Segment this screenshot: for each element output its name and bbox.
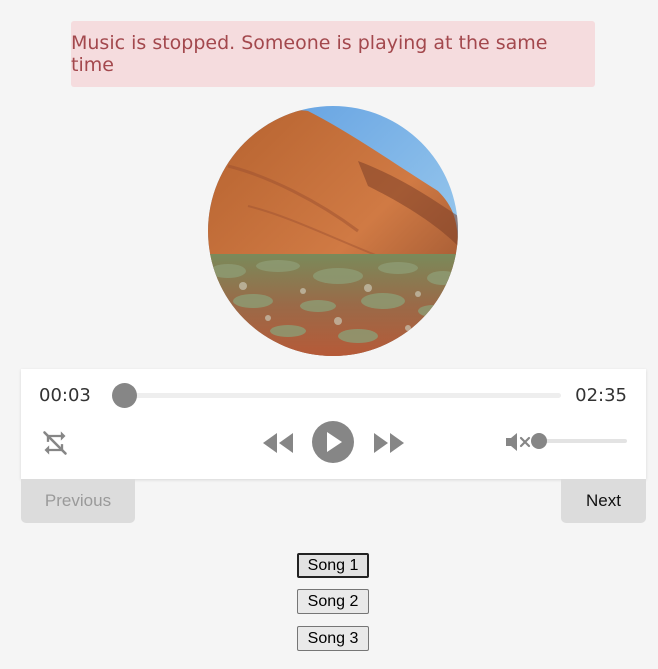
alert-message: Music is stopped. Someone is playing at … [71, 32, 548, 76]
play-icon [327, 432, 342, 452]
fast-forward-button[interactable] [372, 428, 406, 458]
play-button[interactable] [312, 421, 354, 463]
volume-handle[interactable] [531, 433, 547, 449]
duration-time: 02:35 [575, 385, 627, 406]
volume-muted-icon [506, 433, 531, 451]
volume-slider[interactable] [531, 433, 627, 449]
fast-forward-icon [374, 433, 404, 453]
music-player-page: Music is stopped. Someone is playing at … [0, 0, 658, 669]
rewind-button[interactable] [261, 428, 295, 458]
audio-player: 00:03 02:35 [21, 369, 646, 479]
album-cover-image [208, 106, 458, 356]
song-1-button[interactable]: Song 1 [297, 553, 369, 578]
repeat-off-icon [43, 431, 67, 455]
album-cover [208, 106, 458, 356]
status-alert: Music is stopped. Someone is playing at … [71, 21, 595, 87]
song-2-button[interactable]: Song 2 [297, 589, 369, 614]
progress-slider[interactable] [111, 383, 561, 408]
next-button[interactable]: Next [561, 479, 646, 523]
repeat-button[interactable] [39, 427, 71, 459]
song-3-button[interactable]: Song 3 [297, 626, 369, 651]
rewind-icon [263, 433, 293, 453]
progress-handle[interactable] [111, 383, 137, 408]
current-time: 00:03 [39, 385, 91, 406]
previous-button[interactable]: Previous [21, 479, 135, 523]
mute-button[interactable] [505, 429, 533, 455]
